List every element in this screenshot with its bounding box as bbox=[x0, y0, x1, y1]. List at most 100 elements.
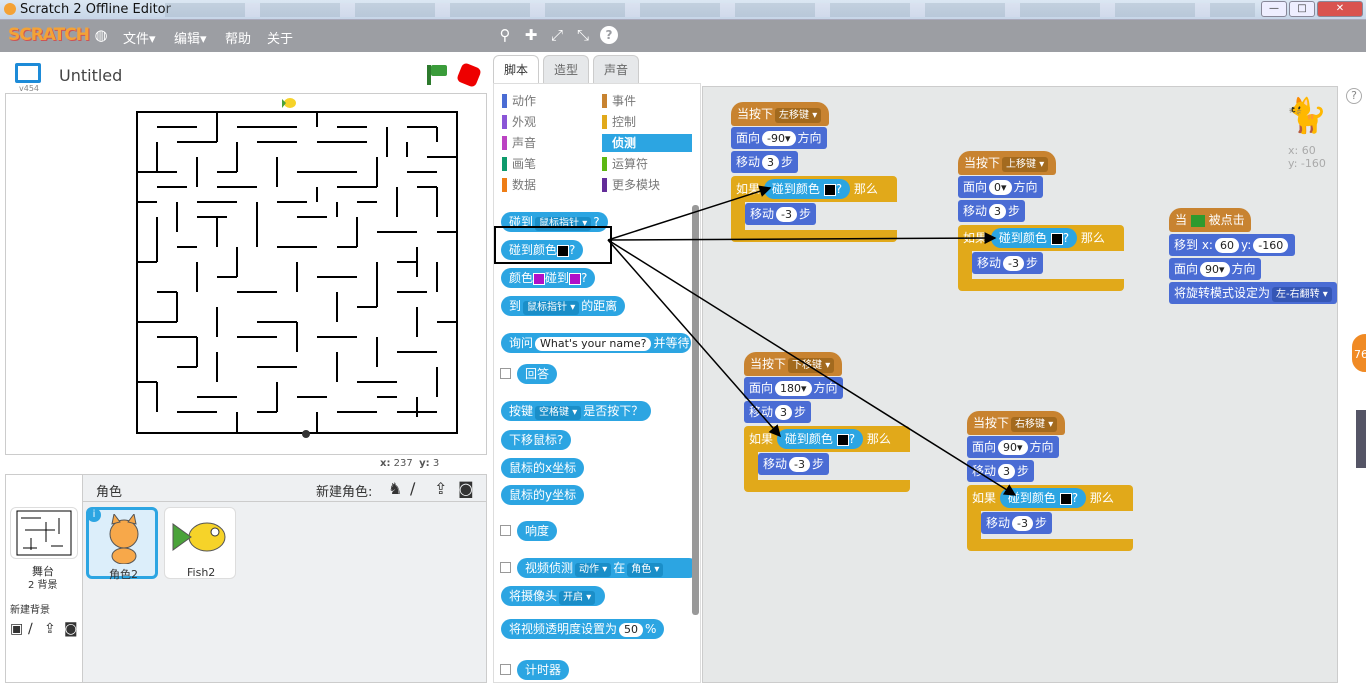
maximize-button[interactable]: □ bbox=[1289, 1, 1315, 17]
tab-sounds[interactable]: 声音 bbox=[593, 55, 640, 83]
color-swatch[interactable] bbox=[533, 272, 546, 285]
menu-about[interactable]: 关于 bbox=[267, 28, 293, 47]
input-field[interactable]: 50 bbox=[619, 623, 644, 637]
ask-block[interactable]: 询问 What's your name? 并等待 bbox=[501, 333, 691, 353]
tab-scripts[interactable]: 脚本 bbox=[493, 55, 540, 83]
point-direction-down-block[interactable]: 面向 180▾ 方向 bbox=[744, 377, 843, 399]
score-bubble[interactable]: 76 bbox=[1350, 332, 1366, 374]
point-direction-up-block[interactable]: 面向 0▾ 方向 bbox=[958, 176, 1043, 198]
rotation-dropdown[interactable]: 左-右翻转 ▾ bbox=[1272, 287, 1332, 302]
turn-video-block[interactable]: 将摄像头 开启 ▾ bbox=[501, 586, 606, 606]
move-back-up-block[interactable]: 移动 -3 步 bbox=[972, 252, 1043, 274]
color-swatch[interactable] bbox=[836, 433, 849, 446]
number-input[interactable]: -3 bbox=[1003, 256, 1024, 271]
mouse-x-block[interactable]: 鼠标的x坐标 bbox=[501, 458, 585, 478]
when-key-right-block[interactable]: 当按下 右移键 ▾ bbox=[967, 411, 1066, 435]
key-dropdown[interactable]: 左移键 ▾ bbox=[775, 108, 822, 123]
category-2[interactable]: 外观 bbox=[502, 113, 592, 131]
direction-input[interactable]: -90▾ bbox=[762, 131, 796, 146]
number-input[interactable]: -3 bbox=[789, 457, 810, 472]
touching-color-condition[interactable]: 碰到颜色 ? bbox=[776, 429, 864, 449]
dropdown[interactable]: 鼠标指针 ▾ bbox=[535, 217, 592, 231]
set-transparency-block[interactable]: 将视频透明度设置为 50% bbox=[501, 619, 665, 639]
when-key-left-block[interactable]: 当按下 左移键 ▾ bbox=[731, 102, 830, 126]
number-input[interactable]: 3 bbox=[775, 405, 793, 420]
number-input[interactable]: -160 bbox=[1253, 238, 1289, 253]
palette-scrollbar[interactable] bbox=[692, 205, 699, 615]
stage-thumbnail[interactable] bbox=[10, 507, 78, 559]
menu-edit[interactable]: 编辑▾ bbox=[174, 28, 207, 47]
stage-canvas[interactable] bbox=[5, 93, 487, 455]
category-4[interactable]: 声音 bbox=[502, 134, 592, 152]
help-circle-icon[interactable]: ? bbox=[1346, 88, 1362, 104]
mouse-down-block[interactable]: 下移鼠标? bbox=[501, 430, 572, 450]
backdrop-upload-icon[interactable]: ⇪ bbox=[44, 621, 56, 637]
video-detect-block[interactable]: 视频侦测 动作 ▾ 在角色 ▾ bbox=[517, 558, 699, 578]
key-dropdown[interactable]: 下移键 ▾ bbox=[788, 358, 835, 373]
dropdown[interactable]: 角色 ▾ bbox=[627, 563, 664, 577]
tab-costumes[interactable]: 造型 bbox=[543, 55, 590, 83]
color-swatch[interactable] bbox=[569, 272, 582, 285]
dropdown[interactable]: 动作 ▾ bbox=[575, 563, 612, 577]
category-0[interactable]: 动作 bbox=[502, 92, 592, 110]
color-swatch[interactable] bbox=[823, 183, 836, 196]
goto-xy-block[interactable]: 移到 x: 60 y: -160 bbox=[1169, 234, 1296, 256]
close-button[interactable]: ✕ bbox=[1317, 1, 1363, 17]
move-forward-left-block[interactable]: 移动 3 步 bbox=[731, 151, 799, 173]
category-9[interactable]: 更多模块 bbox=[602, 176, 692, 194]
checkbox[interactable] bbox=[500, 525, 511, 536]
touching-color-block[interactable]: 碰到颜色? bbox=[501, 240, 584, 260]
dropdown[interactable]: 鼠标指针 ▾ bbox=[523, 301, 580, 315]
loudness-block[interactable]: 响度 bbox=[517, 521, 558, 541]
category-6[interactable]: 画笔 bbox=[502, 155, 592, 173]
key-pressed-block[interactable]: 按键 空格键 ▾ 是否按下？ bbox=[501, 401, 652, 421]
when-key-up-block[interactable]: 当按下 上移键 ▾ bbox=[958, 151, 1057, 175]
category-8[interactable]: 数据 bbox=[502, 176, 592, 194]
direction-input[interactable]: 0▾ bbox=[989, 180, 1012, 195]
fullscreen-icon[interactable] bbox=[15, 63, 41, 83]
mouse-y-block[interactable]: 鼠标的y坐标 bbox=[501, 485, 585, 505]
when-key-down-block[interactable]: 当按下 下移键 ▾ bbox=[744, 352, 843, 376]
direction-input[interactable]: 90▾ bbox=[1200, 262, 1230, 277]
answer-block[interactable]: 回答 bbox=[517, 364, 558, 384]
move-forward-up-block[interactable]: 移动 3 步 bbox=[958, 200, 1026, 222]
color-swatch[interactable] bbox=[1050, 232, 1063, 245]
move-back-down-block[interactable]: 移动 -3 步 bbox=[758, 453, 829, 475]
minimize-button[interactable]: — bbox=[1261, 1, 1287, 17]
category-5[interactable]: 侦测 bbox=[602, 134, 692, 152]
key-dropdown[interactable]: 右移键 ▾ bbox=[1011, 417, 1058, 432]
zoom-slider[interactable] bbox=[1356, 410, 1366, 468]
number-input[interactable]: 3 bbox=[998, 464, 1016, 479]
timer-block[interactable]: 计时器 bbox=[517, 660, 570, 680]
sprite-library-icon[interactable]: ♞ bbox=[388, 479, 402, 498]
direction-input[interactable]: 90▾ bbox=[998, 440, 1028, 455]
point-direction-right-block[interactable]: 面向 90▾ 方向 bbox=[967, 436, 1059, 458]
checkbox[interactable] bbox=[500, 562, 511, 573]
category-1[interactable]: 事件 bbox=[602, 92, 692, 110]
sprite-thumb-cat[interactable]: i 角色2 bbox=[86, 507, 158, 581]
color-touching-block[interactable]: 颜色 碰到? bbox=[501, 268, 596, 288]
when-flag-clicked-block[interactable]: 当 被点击 bbox=[1169, 208, 1251, 232]
globe-icon[interactable]: ◍ bbox=[92, 26, 110, 44]
dropdown[interactable]: 空格键 ▾ bbox=[535, 406, 582, 420]
checkbox[interactable] bbox=[500, 664, 511, 675]
cat-sprite[interactable] bbox=[302, 430, 310, 438]
move-back-left-block[interactable]: 移动 -3 步 bbox=[745, 203, 816, 225]
delete-icon[interactable]: ✚ bbox=[522, 26, 540, 44]
sprite-thumb-fish[interactable]: Fish2 bbox=[164, 507, 236, 579]
backdrop-paint-icon[interactable]: ∕ bbox=[28, 621, 33, 637]
color-swatch[interactable] bbox=[1059, 492, 1072, 505]
checkbox[interactable] bbox=[500, 368, 511, 379]
touching-color-condition[interactable]: 碰到颜色 ? bbox=[763, 179, 851, 199]
shrink-icon[interactable]: ⤡ bbox=[574, 26, 592, 44]
touching-color-condition[interactable]: 碰到颜色 ? bbox=[990, 228, 1078, 248]
dropdown[interactable]: 开启 ▾ bbox=[559, 591, 596, 605]
category-7[interactable]: 运算符 bbox=[602, 155, 692, 173]
number-input[interactable]: -3 bbox=[776, 207, 797, 222]
move-forward-right-block[interactable]: 移动 3 步 bbox=[967, 460, 1035, 482]
number-input[interactable]: 60 bbox=[1214, 238, 1239, 253]
category-3[interactable]: 控制 bbox=[602, 113, 692, 131]
touching-color-condition[interactable]: 碰到颜色 ? bbox=[999, 488, 1087, 508]
backdrop-camera-icon[interactable]: ◙ bbox=[64, 621, 78, 637]
move-back-right-block[interactable]: 移动 -3 步 bbox=[981, 512, 1052, 534]
